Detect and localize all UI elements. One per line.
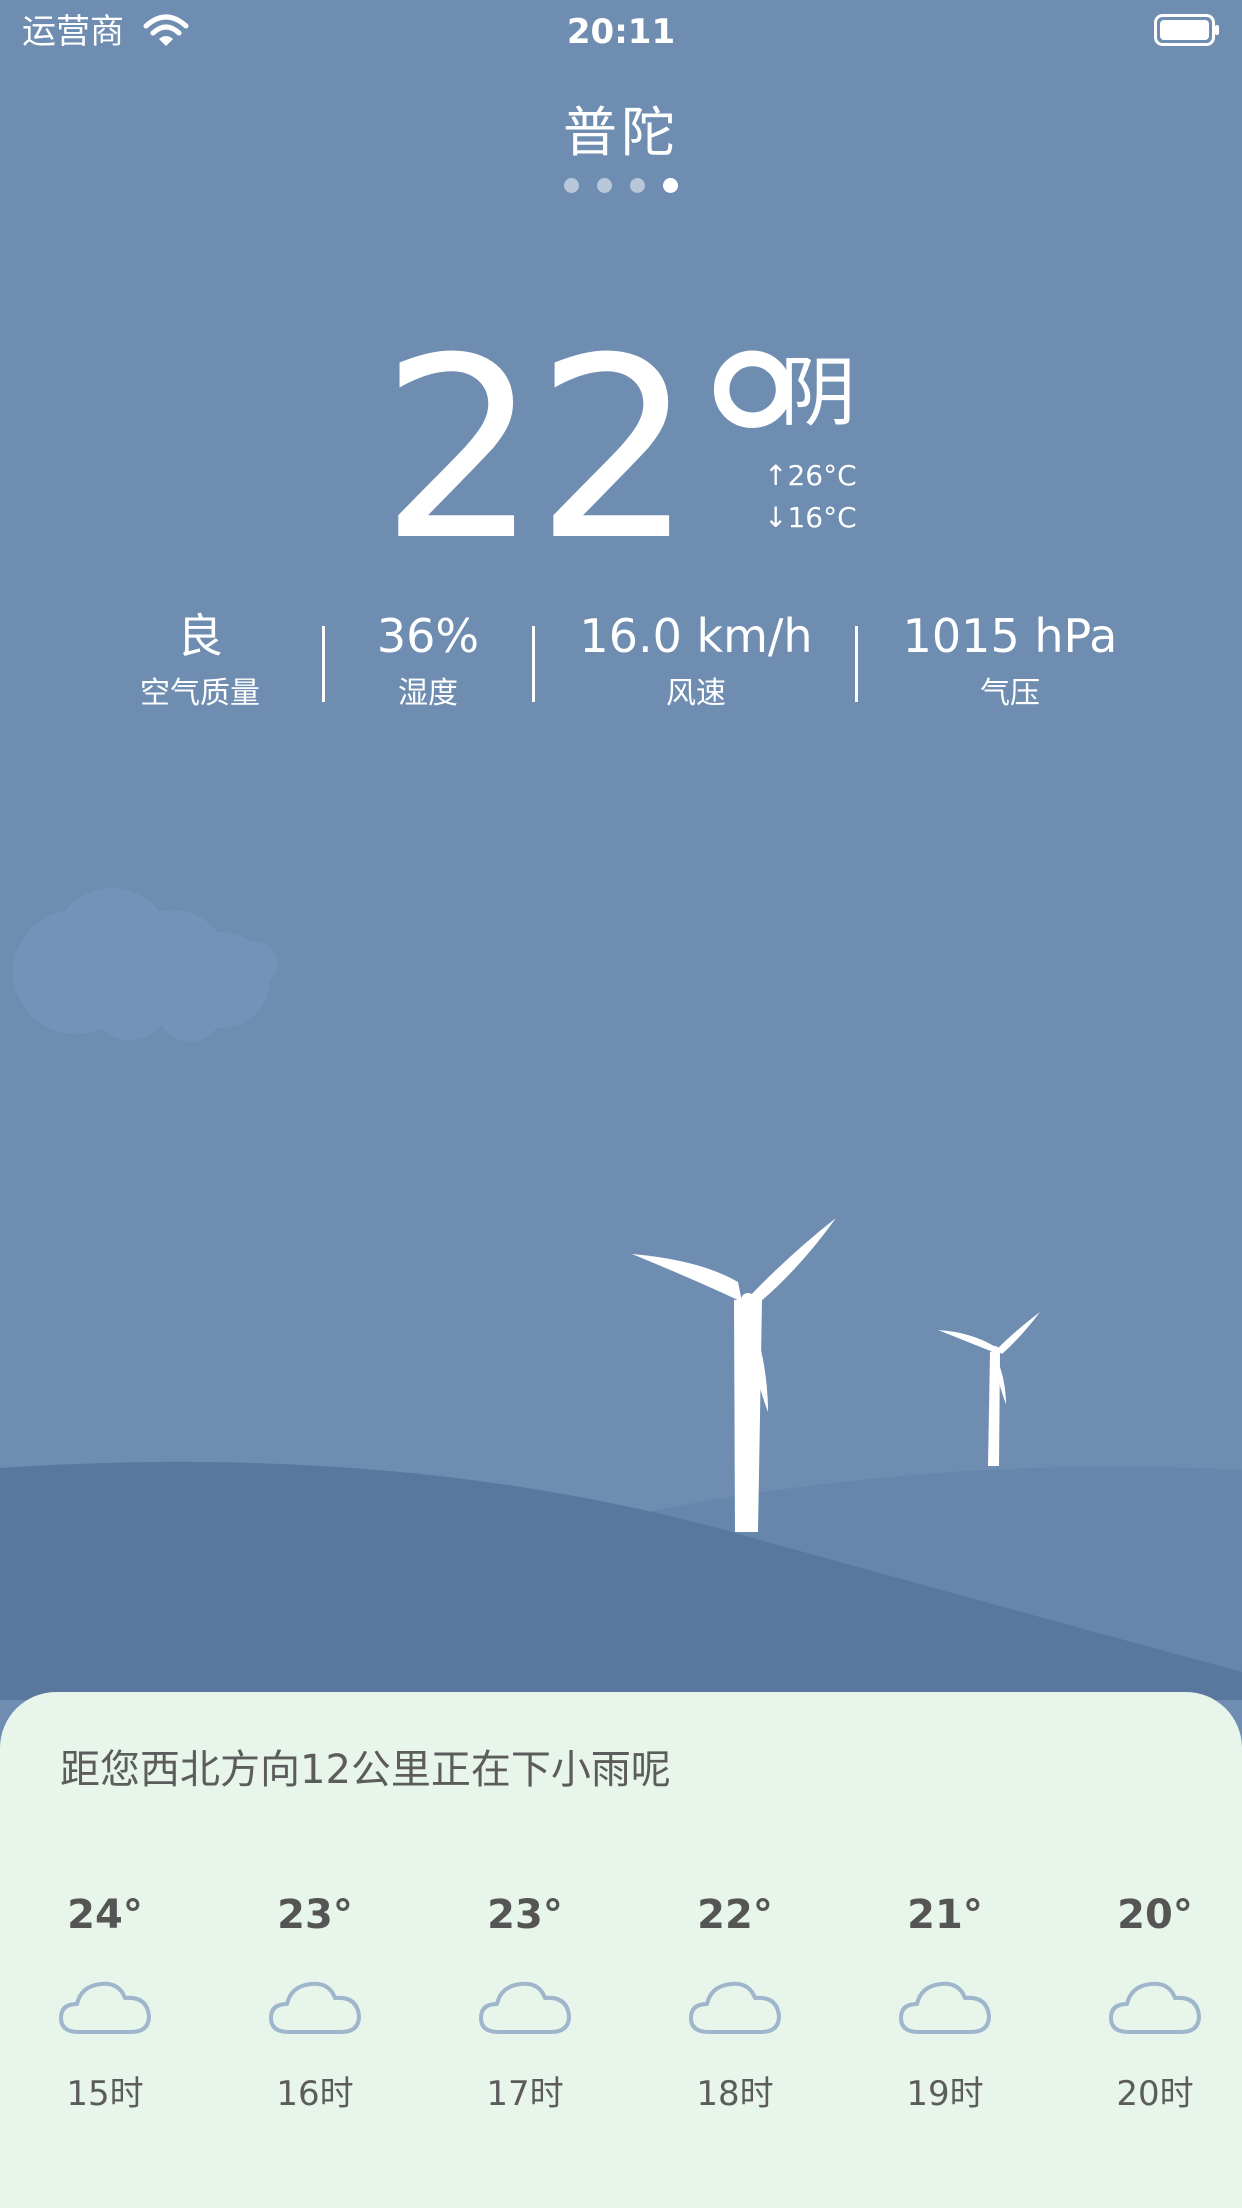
air-quality-value: 良 xyxy=(177,609,223,663)
page-indicator[interactable] xyxy=(0,178,1242,193)
wind-speed-value: 16.0 km/h xyxy=(579,609,813,663)
hour-forecast-item[interactable]: 22° 18时 xyxy=(660,1890,810,2118)
hour-forecast-item[interactable]: 24° 15时 xyxy=(30,1890,180,2118)
hour-forecast-item[interactable]: 21° 19时 xyxy=(870,1890,1020,2118)
stat-divider xyxy=(532,626,535,702)
humidity-label: 湿度 xyxy=(398,676,458,711)
page-dot[interactable] xyxy=(630,178,645,193)
hour-forecast-item[interactable]: 20° 20时 xyxy=(1080,1890,1230,2118)
wind-stat: 16.0 km/h 风速 xyxy=(566,606,826,716)
page-dot-active[interactable] xyxy=(663,178,678,193)
hour-temperature: 22° xyxy=(697,1892,773,1938)
cloud-icon xyxy=(689,1981,781,2034)
hour-temperature: 23° xyxy=(487,1892,563,1938)
current-temperature: 22° xyxy=(380,304,815,595)
humidity-value: 36% xyxy=(376,609,480,663)
humidity-stat: 36% 湿度 xyxy=(348,606,508,716)
air-quality-label: 空气质量 xyxy=(140,676,260,711)
hour-temperature: 23° xyxy=(277,1892,353,1938)
hour-label: 19时 xyxy=(906,2074,984,2114)
battery-icon xyxy=(1154,14,1219,46)
stat-divider xyxy=(855,626,858,702)
wind-speed-label: 风速 xyxy=(666,676,726,711)
weather-screen: 运营商 20:11 普陀 22° 阴 ↑26°C ↓16°C 良 空气质量 36… xyxy=(0,0,1242,2208)
cloud-icon xyxy=(59,1981,151,2034)
rain-notice: 距您西北方向12公里正在下小雨呢 xyxy=(60,1747,671,1793)
page-dot[interactable] xyxy=(564,178,579,193)
hour-label: 18时 xyxy=(696,2074,774,2114)
hourly-forecast-card[interactable]: 距您西北方向12公里正在下小雨呢 24° 15时 23° 16时 23° 17时… xyxy=(0,1692,1242,2208)
wind-turbine-large xyxy=(632,1218,836,1532)
pressure-label: 气压 xyxy=(980,676,1040,711)
temperature-low: ↓16°C xyxy=(764,501,857,534)
temperature-high: ↑26°C xyxy=(764,459,857,492)
weather-condition: 阴 xyxy=(780,348,856,437)
hour-forecast-item[interactable]: 23° 17时 xyxy=(450,1890,600,2118)
pressure-value: 1015 hPa xyxy=(902,609,1118,663)
cloud-icon xyxy=(899,1981,991,2034)
hour-forecast-item[interactable]: 23° 16时 xyxy=(240,1890,390,2118)
hour-label: 20时 xyxy=(1116,2074,1194,2114)
hour-temperature: 24° xyxy=(67,1892,143,1938)
cloud-icon xyxy=(1109,1981,1201,2034)
hour-label: 17时 xyxy=(486,2074,564,2114)
cloud-icon xyxy=(269,1981,361,2034)
hour-temperature: 21° xyxy=(907,1892,983,1938)
hour-label: 15时 xyxy=(66,2074,144,2114)
cloud-icon xyxy=(479,1981,571,2034)
status-bar: 运营商 20:11 xyxy=(0,0,1242,64)
hour-label: 16时 xyxy=(276,2074,354,2114)
wind-turbine-small xyxy=(938,1312,1040,1466)
stat-divider xyxy=(322,626,325,702)
background-cloud xyxy=(13,888,277,1042)
page-dot[interactable] xyxy=(597,178,612,193)
hour-temperature: 20° xyxy=(1117,1892,1193,1938)
city-title: 普陀 xyxy=(563,101,679,164)
air-quality-stat: 良 空气质量 xyxy=(110,606,290,716)
pressure-stat: 1015 hPa 气压 xyxy=(880,606,1140,716)
status-time: 20:11 xyxy=(566,12,676,52)
